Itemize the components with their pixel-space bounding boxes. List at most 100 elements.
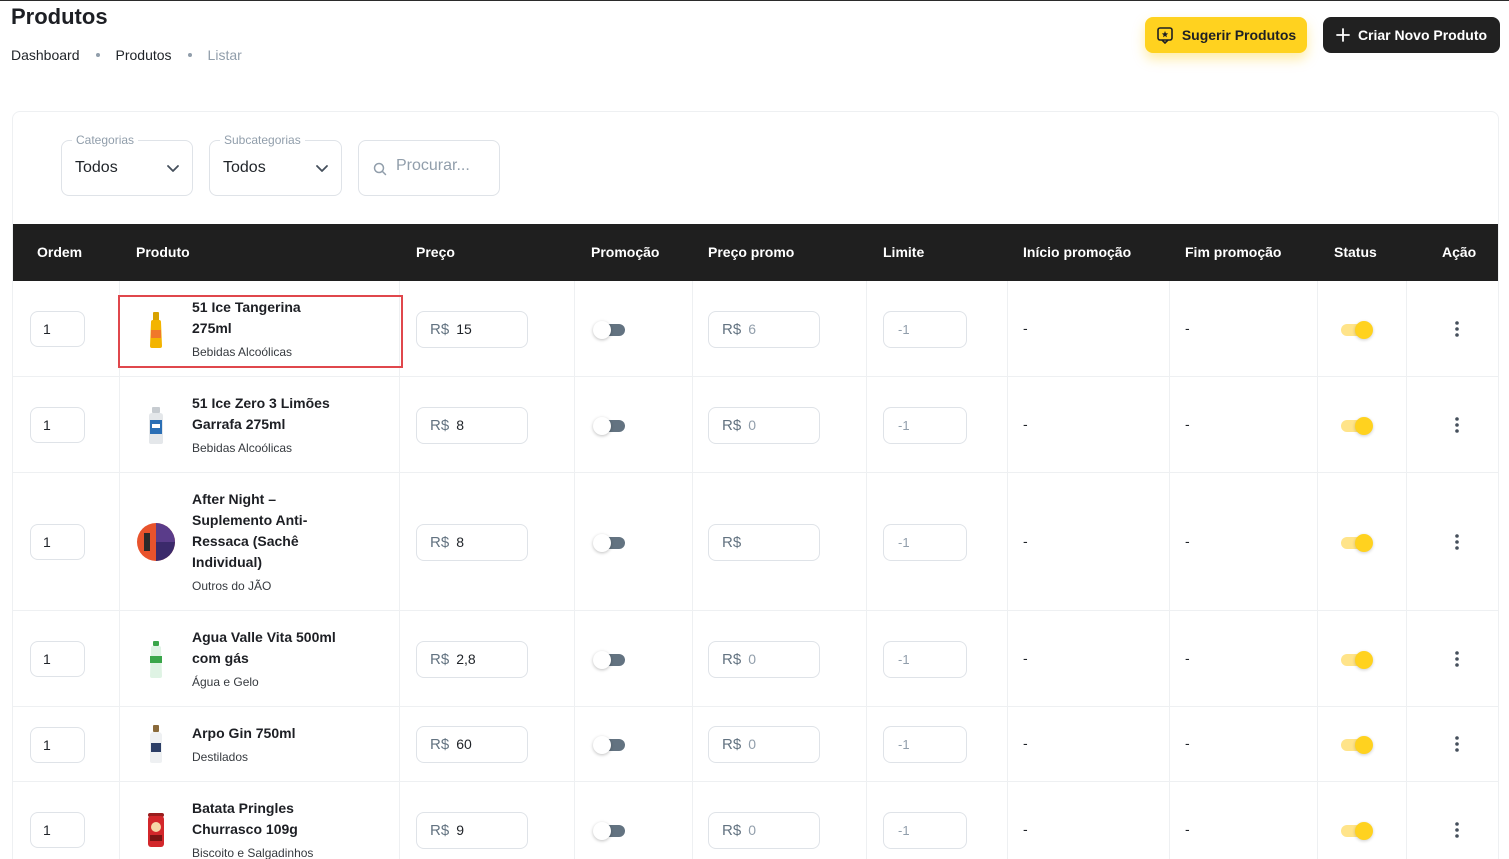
order-input[interactable]: 1 xyxy=(30,727,85,763)
column-header-preco[interactable]: Preço xyxy=(416,224,455,281)
toggle-knob xyxy=(593,321,611,339)
promo-price-input[interactable]: R$ 0 xyxy=(708,407,820,444)
promo-price-input[interactable]: R$ 6 xyxy=(708,311,820,348)
status-toggle[interactable] xyxy=(1341,822,1373,840)
price-input[interactable]: R$ 60 xyxy=(416,726,528,763)
product-info[interactable]: After Night – Suplemento Anti- Ressaca (… xyxy=(192,489,352,594)
promo-price-value: 0 xyxy=(748,651,756,667)
product-name-line: Churrasco 109g xyxy=(192,821,298,837)
promotion-toggle[interactable] xyxy=(593,822,625,840)
more-actions-icon[interactable] xyxy=(1453,320,1461,338)
promotion-end: - xyxy=(1185,320,1190,336)
product-thumbnail xyxy=(135,521,177,563)
breadcrumb-produtos[interactable]: Produtos xyxy=(116,47,172,63)
order-input[interactable]: 1 xyxy=(30,407,85,443)
breadcrumb-dashboard[interactable]: Dashboard xyxy=(11,47,80,63)
toggle-knob xyxy=(1355,736,1373,754)
promotion-toggle[interactable] xyxy=(593,534,625,552)
categories-value: Todos xyxy=(75,159,118,176)
table-row: 1 51 Ice Zero 3 Limões Garrafa 275ml Beb… xyxy=(13,377,1498,473)
currency-symbol: R$ xyxy=(722,534,742,551)
breadcrumb: Dashboard Produtos Listar xyxy=(11,47,242,63)
promo-price-value: 6 xyxy=(748,321,756,337)
product-category: Biscoito e Salgadinhos xyxy=(192,846,314,859)
promo-price-input[interactable]: R$ 0 xyxy=(708,641,820,678)
promotion-toggle[interactable] xyxy=(593,417,625,435)
column-header-promocao[interactable]: Promoção xyxy=(591,224,659,281)
promo-price-input[interactable]: R$ 0 xyxy=(708,812,820,849)
categories-select[interactable]: Categorias Todos xyxy=(61,133,193,196)
column-header-status[interactable]: Status xyxy=(1334,224,1377,281)
product-category: Outros do JÃO xyxy=(192,579,272,593)
currency-symbol: R$ xyxy=(722,321,742,338)
limit-input[interactable]: -1 xyxy=(883,311,967,348)
price-input[interactable]: R$ 2,8 xyxy=(416,641,528,678)
status-toggle[interactable] xyxy=(1341,736,1373,754)
promo-price-input[interactable]: R$ xyxy=(708,524,820,561)
promotion-toggle[interactable] xyxy=(593,321,625,339)
currency-symbol: R$ xyxy=(722,417,742,434)
order-input[interactable]: 1 xyxy=(30,311,85,347)
promotion-start: - xyxy=(1023,735,1028,751)
column-header-inicio-promocao[interactable]: Início promoção xyxy=(1023,224,1131,281)
price-input[interactable]: R$ 9 xyxy=(416,812,528,849)
table-header: Ordem Produto Preço Promoção Preço promo… xyxy=(13,224,1498,281)
promotion-end: - xyxy=(1185,821,1190,837)
promotion-toggle[interactable] xyxy=(593,736,625,754)
limit-input[interactable]: -1 xyxy=(883,726,967,763)
price-input[interactable]: R$ 15 xyxy=(416,311,528,348)
plus-icon xyxy=(1336,28,1350,42)
toggle-knob xyxy=(593,534,611,552)
price-input[interactable]: R$ 8 xyxy=(416,407,528,444)
product-name-line: Batata Pringles xyxy=(192,800,294,816)
status-toggle[interactable] xyxy=(1341,321,1373,339)
more-actions-icon[interactable] xyxy=(1453,416,1461,434)
breadcrumb-separator xyxy=(95,53,100,57)
price-input[interactable]: R$ 8 xyxy=(416,524,528,561)
more-actions-icon[interactable] xyxy=(1453,533,1461,551)
product-info[interactable]: Batata Pringles Churrasco 109g Biscoito … xyxy=(192,798,352,859)
column-header-produto[interactable]: Produto xyxy=(136,224,190,281)
order-input[interactable]: 1 xyxy=(30,641,85,677)
product-name-line: com gás xyxy=(192,650,249,666)
product-thumbnail xyxy=(135,404,177,446)
column-header-fim-promocao[interactable]: Fim promoção xyxy=(1185,224,1281,281)
status-toggle[interactable] xyxy=(1341,534,1373,552)
product-name-line: 51 Ice Zero 3 Limões xyxy=(192,395,330,411)
order-input[interactable]: 1 xyxy=(30,524,85,560)
status-toggle[interactable] xyxy=(1341,651,1373,669)
table-row: 1 Arpo Gin 750ml Destilados R$ 60 R$ 0 -1 … xyxy=(13,707,1498,782)
column-header-ordem[interactable]: Ordem xyxy=(37,224,82,281)
search-box[interactable] xyxy=(358,140,500,196)
subcategories-select[interactable]: Subcategorias Todos xyxy=(209,133,342,196)
search-input[interactable] xyxy=(396,157,492,175)
promotion-start: - xyxy=(1023,821,1028,837)
order-input[interactable]: 1 xyxy=(30,812,85,848)
status-toggle[interactable] xyxy=(1341,417,1373,435)
currency-symbol: R$ xyxy=(722,651,742,668)
column-header-limite[interactable]: Limite xyxy=(883,224,924,281)
limit-input[interactable]: -1 xyxy=(883,812,967,849)
product-info[interactable]: Agua Valle Vita 500ml com gás Água e Gel… xyxy=(192,627,352,690)
column-header-preco-promo[interactable]: Preço promo xyxy=(708,224,794,281)
product-info[interactable]: Arpo Gin 750ml Destilados xyxy=(192,723,352,765)
page-title: Produtos xyxy=(11,4,108,29)
product-info[interactable]: 51 Ice Zero 3 Limões Garrafa 275ml Bebid… xyxy=(192,393,352,456)
window-top-border xyxy=(0,0,1509,1)
promotion-toggle[interactable] xyxy=(593,651,625,669)
toggle-knob xyxy=(593,736,611,754)
promotion-end: - xyxy=(1185,650,1190,666)
limit-input[interactable]: -1 xyxy=(883,641,967,678)
more-actions-icon[interactable] xyxy=(1453,650,1461,668)
price-value: 2,8 xyxy=(456,651,476,667)
suggest-products-button[interactable]: Sugerir Produtos xyxy=(1145,17,1307,53)
product-name-line: Suplemento Anti- xyxy=(192,512,308,528)
create-product-button[interactable]: Criar Novo Produto xyxy=(1323,17,1500,53)
product-name-line: Arpo Gin 750ml xyxy=(192,725,296,741)
more-actions-icon[interactable] xyxy=(1453,821,1461,839)
limit-input[interactable]: -1 xyxy=(883,407,967,444)
limit-input[interactable]: -1 xyxy=(883,524,967,561)
promo-price-input[interactable]: R$ 0 xyxy=(708,726,820,763)
price-value: 9 xyxy=(456,822,464,838)
more-actions-icon[interactable] xyxy=(1453,735,1461,753)
